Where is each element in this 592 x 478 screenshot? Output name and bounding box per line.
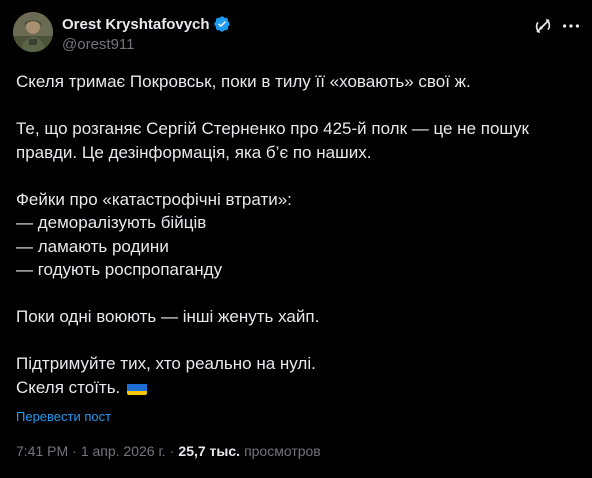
author-block: Orest Kryshtafovych @orest911 [62, 14, 231, 53]
translate-post-link[interactable]: Перевести пост [16, 409, 111, 424]
author-display-name[interactable]: Orest Kryshtafovych [62, 16, 210, 33]
more-options-icon[interactable] [560, 15, 582, 37]
post-meta: 7:41 PM · 1 апр. 2026 г. · 25,7 тыс. про… [16, 443, 321, 459]
post-line: — ламають родини [16, 236, 169, 256]
author-name-row: Orest Kryshtafovych [62, 14, 231, 34]
author-handle[interactable]: @orest911 [62, 36, 231, 53]
meta-separator: · [72, 443, 77, 459]
post-line: — деморалізують бійців [16, 213, 207, 232]
post-line: Поки одні воюють — інші женуть хайп. [16, 307, 320, 326]
post-line: Скеля тримає Покровськ, поки в тилу її «… [16, 72, 471, 91]
post-line: Підтримуйте тих, хто реально на нулі. [16, 354, 316, 373]
post-line: Те, що розганяє Сергій Стерненко про 425… [16, 119, 529, 138]
post-card: Orest Kryshtafovych @orest911 Скеля трим… [0, 0, 592, 478]
post-date[interactable]: 1 апр. 2026 г. [81, 443, 166, 459]
post-line: Фейки про «катастрофічні втрати»: [16, 189, 292, 209]
views-label: просмотров [244, 443, 321, 459]
meta-separator: · [169, 443, 175, 459]
post-line: правди. Це дезінформація, яка б’є по наш… [16, 142, 372, 162]
avatar[interactable] [13, 12, 53, 52]
post-time[interactable]: 7:41 PM [16, 443, 68, 459]
ukraine-flag-icon [127, 381, 148, 395]
post-line: — годують роспропаганду [16, 260, 223, 279]
post-text: Скеля тримає Покровськ, поки в тилу її «… [16, 70, 576, 399]
post-line-with-flag: Скеля стоїть. [16, 376, 576, 400]
post-line: Скеля стоїть. [16, 377, 121, 397]
views-count[interactable]: 25,7 тыс. [178, 443, 240, 459]
verified-badge-icon [213, 15, 231, 33]
grok-icon[interactable] [532, 15, 554, 37]
